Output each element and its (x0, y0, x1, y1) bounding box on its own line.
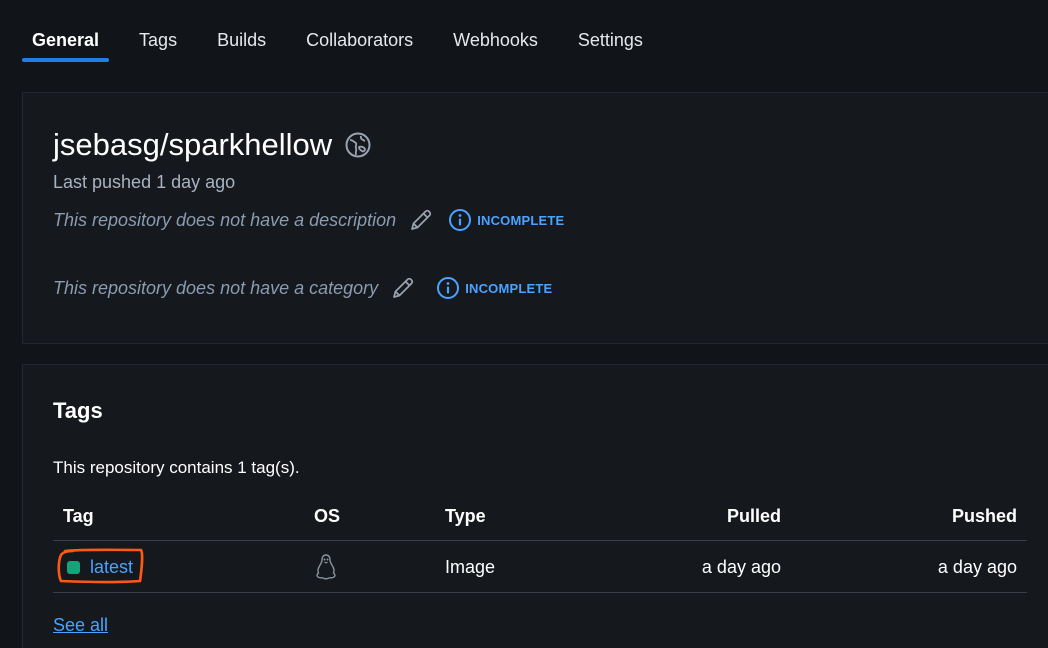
tags-card: Tags This repository contains 1 tag(s). … (22, 364, 1048, 648)
pushed-cell: a day ago (937, 556, 1017, 577)
description-row: This repository does not have a descript… (53, 207, 564, 233)
tab-tags[interactable]: Tags (129, 0, 187, 62)
repo-name: jsebasg/sparkhellow (53, 127, 333, 162)
info-icon (437, 277, 460, 299)
last-pushed-text: Last pushed 1 day ago (53, 172, 236, 192)
tags-count-text: This repository contains 1 tag(s). (53, 458, 300, 477)
repo-title-row: jsebasg/sparkhellow (53, 127, 372, 163)
tag-link-latest[interactable]: latest (57, 547, 144, 583)
os-cell (314, 542, 338, 592)
tags-table-header: Tag OS Type Pulled Pushed (53, 493, 1027, 541)
globe-icon (345, 132, 371, 158)
tab-general[interactable]: General (22, 0, 110, 62)
see-all-link[interactable]: See all (53, 615, 108, 636)
column-header-pulled: Pulled (726, 506, 781, 526)
table-row: latest Image a day ago a day ago (53, 542, 1027, 593)
column-header-tag: Tag (63, 506, 94, 526)
tab-collaborators[interactable]: Collaborators (296, 0, 423, 62)
category-incomplete-badge[interactable]: INCOMPLETE (436, 276, 552, 300)
edit-description-pencil-icon[interactable] (408, 207, 434, 233)
tag-cell: latest (57, 542, 144, 592)
incomplete-label: INCOMPLETE (465, 280, 553, 296)
tab-builds[interactable]: Builds (207, 0, 276, 62)
pulled-cell: a day ago (701, 556, 781, 577)
repository-info-card: jsebasg/sparkhellow Last pushed 1 day ag… (22, 92, 1048, 344)
category-row: This repository does not have a category… (53, 275, 552, 301)
tab-settings[interactable]: Settings (568, 0, 653, 62)
type-cell: Image (445, 556, 496, 577)
category-text: This repository does not have a category (53, 277, 379, 298)
tab-webhooks[interactable]: Webhooks (443, 0, 548, 62)
column-header-pushed: Pushed (951, 506, 1017, 526)
info-icon (449, 209, 472, 231)
column-header-os: OS (314, 506, 341, 526)
tab-bar: General Tags Builds Collaborators Webhoo… (22, 0, 673, 62)
tag-name: latest (90, 556, 134, 577)
description-text: This repository does not have a descript… (53, 209, 397, 230)
column-header-type: Type (445, 506, 486, 526)
description-incomplete-badge[interactable]: INCOMPLETE (448, 208, 564, 232)
edit-category-pencil-icon[interactable] (390, 275, 416, 301)
tags-section-title: Tags (53, 398, 103, 423)
linux-icon (316, 554, 336, 580)
incomplete-label: INCOMPLETE (477, 212, 565, 228)
tag-status-dot (67, 560, 80, 574)
